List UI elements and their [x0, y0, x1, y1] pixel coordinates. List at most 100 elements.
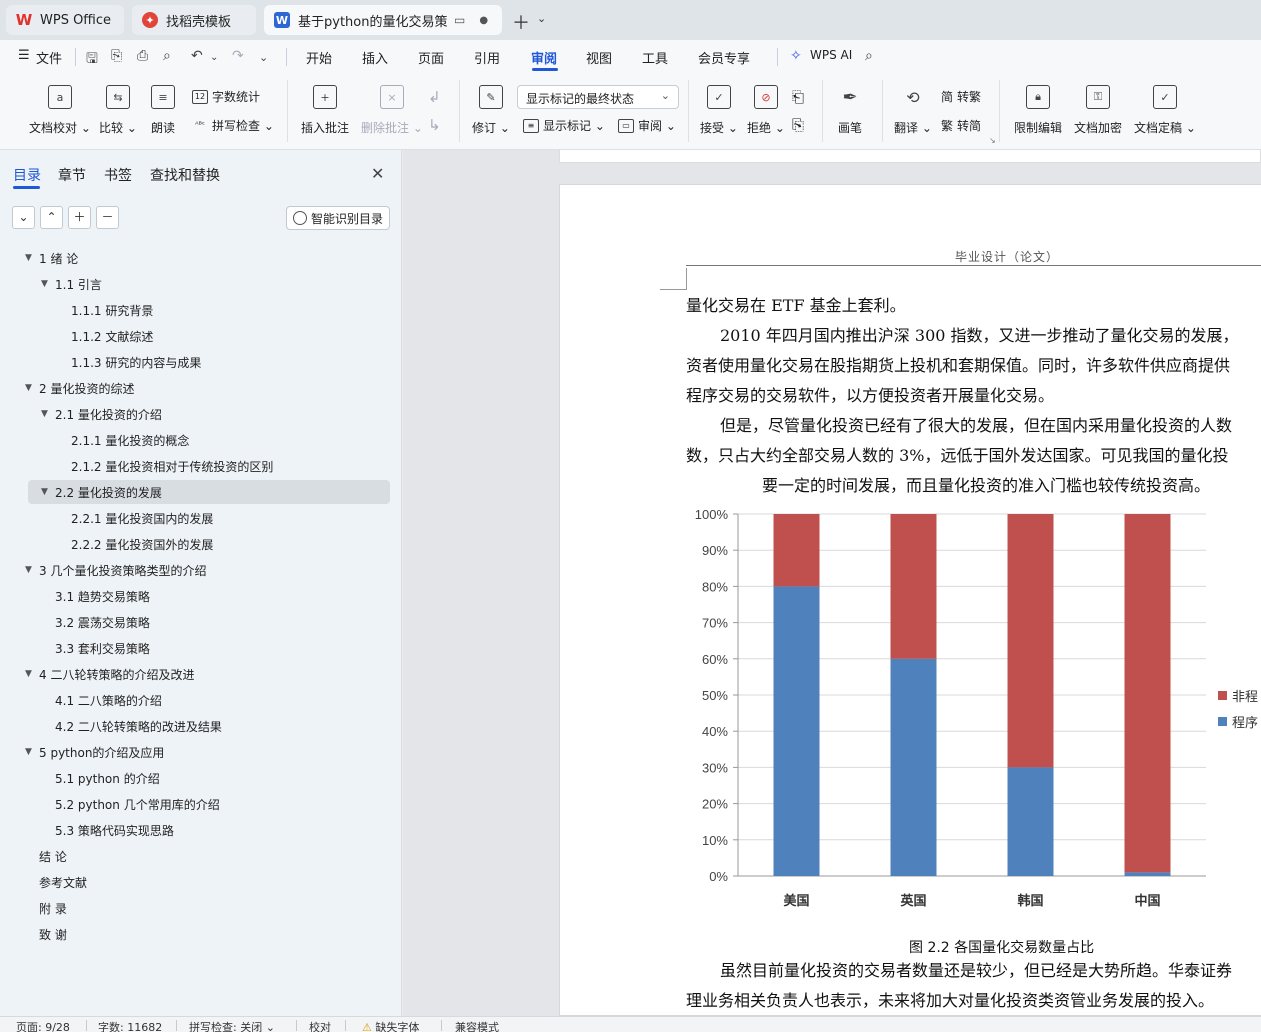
toc-item[interactable]: ▼ 1.1 引言	[28, 272, 390, 296]
toc-item[interactable]: ▼ 1 绪 论	[25, 246, 390, 270]
chevron-down-icon[interactable]: ⌄	[537, 12, 546, 25]
toc-item[interactable]: 2.1.2 量化投资相对于传统投资的区别	[28, 454, 390, 478]
toc-item[interactable]: 4.2 二八轮转策略的改进及结果	[28, 714, 390, 738]
expand-triangle-icon[interactable]: ▼	[41, 279, 48, 289]
toc-item[interactable]: 2.2.2 量化投资国外的发展	[28, 532, 390, 556]
smart-toc-button[interactable]: 智能识别目录	[286, 206, 390, 230]
menu-wps-ai[interactable]: WPS AI	[810, 48, 852, 62]
redo-icon[interactable]: ↷	[232, 48, 244, 64]
toc-item[interactable]: 4.1 二八策略的介绍	[28, 688, 390, 712]
next-change-icon[interactable]: ⎘	[792, 116, 804, 134]
previous-change-icon[interactable]: ⎗	[792, 88, 804, 106]
markup-display-select[interactable]: 显示标记的最终状态 ⌄	[517, 85, 679, 109]
nav-tab-find-replace[interactable]: 查找和替换	[150, 165, 220, 185]
menu-member[interactable]: 会员专享	[698, 48, 750, 67]
menu-page[interactable]: 页面	[418, 48, 444, 67]
doc-proofread-button[interactable]: a 文档校对 ⌄	[29, 72, 91, 136]
expand-triangle-icon[interactable]: ▼	[41, 409, 48, 419]
toc-item[interactable]: 3.1 趋势交易策略	[28, 584, 390, 608]
menu-view[interactable]: 视图	[586, 48, 612, 67]
add-heading-button[interactable]: ＋	[68, 206, 91, 229]
track-changes-button[interactable]: ✎ 修订 ⌄	[472, 72, 510, 136]
toc-item[interactable]: 5.3 策略代码实现思路	[28, 818, 390, 842]
to-simplified-button[interactable]: 繁转简	[941, 117, 981, 134]
accept-button[interactable]: ✓ 接受 ⌄	[700, 72, 738, 136]
toc-item[interactable]: 1.1.1 研究背景	[28, 298, 390, 322]
close-icon[interactable]: ✕	[371, 164, 384, 183]
menu-home[interactable]: 开始	[306, 48, 332, 67]
doc-finalize-button[interactable]: ✓ 文档定稿 ⌄	[1134, 72, 1196, 136]
expand-triangle-icon[interactable]: ▼	[25, 253, 32, 263]
next-comment-icon[interactable]: ↳	[428, 116, 441, 134]
toc-item[interactable]: 2.2.1 量化投资国内的发展	[28, 506, 390, 530]
missing-font-status[interactable]: ⚠ 缺失字体	[362, 1019, 419, 1032]
toc-item[interactable]: 5.1 python 的介绍	[28, 766, 390, 790]
tab-wps-office[interactable]: W WPS Office	[6, 5, 124, 35]
document-page[interactable]: 毕业设计（论文） 量化交易在 ETF 基金上套利。 2010 年四月国内推出沪深…	[559, 184, 1261, 1016]
expand-triangle-icon[interactable]: ▼	[25, 669, 32, 679]
expand-triangle-icon[interactable]: ▼	[25, 565, 32, 575]
collapse-all-button[interactable]: ⌄	[12, 206, 35, 229]
chevron-down-icon[interactable]: ⌄	[210, 52, 218, 63]
menu-tools[interactable]: 工具	[642, 48, 668, 67]
to-traditional-button[interactable]: 简转繁	[941, 88, 981, 105]
toc-item[interactable]: 2.1.1 量化投资的概念	[28, 428, 390, 452]
restrict-edit-button[interactable]: 🔒︎ 限制编辑	[1014, 72, 1062, 136]
toc-item[interactable]: ▼ 5 python的介绍及应用	[25, 740, 390, 764]
toc-item[interactable]: ▼ 2.2 量化投资的发展	[28, 480, 390, 504]
toc-item[interactable]: 1.1.2 文献综述	[28, 324, 390, 348]
search-icon[interactable]: ⌕	[865, 48, 873, 64]
doc-encrypt-button[interactable]: ⚿ 文档加密	[1074, 72, 1122, 136]
spell-check-status[interactable]: 拼写检查: 关闭 ⌄	[189, 1019, 275, 1032]
delete-comment-button[interactable]: × 删除批注 ⌄	[361, 72, 423, 136]
tab-window-icon[interactable]: ▭	[454, 13, 465, 27]
toc-item[interactable]: 附 录	[28, 896, 390, 920]
save-icon[interactable]: 🖫	[86, 48, 98, 72]
menu-insert[interactable]: 插入	[362, 48, 388, 67]
expand-triangle-icon[interactable]: ▼	[25, 747, 32, 757]
remove-heading-button[interactable]: －	[96, 206, 119, 229]
nav-tab-sections[interactable]: 章节	[58, 165, 86, 185]
review-pane-button[interactable]: ▭ 审阅 ⌄	[618, 117, 676, 134]
proofread-status[interactable]: 校对	[309, 1019, 331, 1032]
translate-button[interactable]: ⟲ 翻译 ⌄	[894, 72, 932, 136]
toc-item[interactable]: ▼ 2.1 量化投资的介绍	[28, 402, 390, 426]
menu-references[interactable]: 引用	[474, 48, 500, 67]
undo-icon[interactable]: ↶	[191, 48, 203, 64]
toc-item[interactable]: 参考文献	[28, 870, 390, 894]
previous-comment-icon[interactable]: ↲	[428, 88, 441, 106]
page-indicator[interactable]: 页面: 9/28	[16, 1019, 70, 1032]
print-preview-icon[interactable]: ⌕	[163, 48, 171, 64]
toc-item[interactable]: 3.2 震荡交易策略	[28, 610, 390, 634]
unsaved-dot-icon[interactable]: ●	[479, 15, 488, 26]
menu-review[interactable]: 审阅	[531, 48, 557, 67]
expand-triangle-icon[interactable]: ▼	[41, 487, 48, 497]
toc-item[interactable]: ▼ 3 几个量化投资策略类型的介绍	[25, 558, 390, 582]
word-count-indicator[interactable]: 字数: 11682	[98, 1019, 162, 1032]
new-tab-plus-icon[interactable]: ＋	[512, 9, 530, 35]
hamburger-icon[interactable]: ☰	[18, 48, 30, 63]
group-launcher-icon[interactable]: ↘	[989, 136, 996, 145]
expand-triangle-icon[interactable]: ▼	[25, 383, 32, 393]
chevron-down-icon[interactable]: ⌄	[259, 51, 268, 64]
toc-item[interactable]: 结 论	[28, 844, 390, 868]
menu-file[interactable]: 文件	[36, 48, 62, 67]
nav-tab-bookmarks[interactable]: 书签	[104, 165, 132, 185]
insert-comment-button[interactable]: + 插入批注	[301, 72, 349, 136]
toc-item[interactable]: 致 谢	[28, 922, 390, 946]
expand-up-button[interactable]: ⌃	[40, 206, 63, 229]
read-aloud-button[interactable]: ≡ 朗读	[151, 72, 175, 136]
nav-tab-toc[interactable]: 目录	[13, 165, 41, 185]
tab-current-document[interactable]: W 基于python的量化交易策略 毕 ▭ ●	[264, 5, 502, 35]
compare-button[interactable]: ⇆ 比较 ⌄	[99, 72, 137, 136]
pen-button[interactable]: ✒ 画笔	[838, 72, 862, 136]
toc-item[interactable]: ▼ 4 二八轮转策略的介绍及改进	[25, 662, 390, 686]
toc-item[interactable]: ▼ 2 量化投资的综述	[25, 376, 390, 400]
export-icon[interactable]: ⎘	[111, 48, 122, 64]
toc-item[interactable]: 3.3 套利交易策略	[28, 636, 390, 660]
tab-template-store[interactable]: ✦ 找稻壳模板	[132, 5, 256, 35]
show-markup-button[interactable]: ≡ 显示标记 ⌄	[523, 117, 605, 134]
word-count-button[interactable]: 12 字数统计	[192, 88, 260, 105]
toc-item[interactable]: 1.1.3 研究的内容与成果	[28, 350, 390, 374]
document-canvas[interactable]: 毕业设计（论文） 量化交易在 ETF 基金上套利。 2010 年四月国内推出沪深…	[403, 150, 1261, 1016]
